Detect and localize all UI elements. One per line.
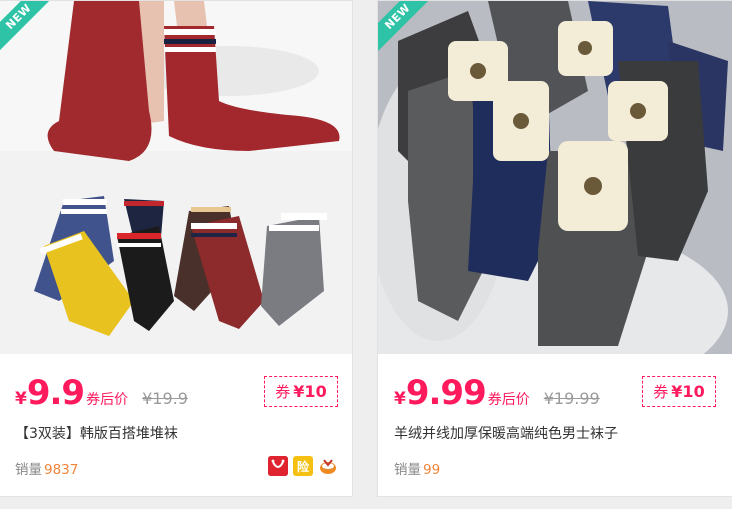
socks-photo <box>378 1 732 354</box>
original-price: ¥19.9 <box>142 389 188 408</box>
socks-photo <box>0 1 352 354</box>
coupon-price: 9.99 <box>405 373 487 413</box>
price-row: ¥9.99 券后价 ¥19.99 <box>394 373 600 413</box>
after-coupon-label: 券后价 <box>487 392 530 408</box>
insurance-icon: 险 <box>293 456 313 476</box>
insurance-text: 险 <box>296 459 309 474</box>
coupon-value: ¥10 <box>293 382 327 401</box>
currency-symbol: ¥ <box>394 389 406 409</box>
sales-label: 销量 <box>394 462 421 478</box>
sales-count: 99 <box>423 462 441 478</box>
product-title[interactable]: 羊绒并线加厚保暖高端纯色男士袜子 <box>394 423 618 443</box>
product-image[interactable]: NEW <box>0 1 352 354</box>
sales-count: 9837 <box>44 462 79 478</box>
product-image[interactable]: NEW <box>378 1 732 354</box>
product-card[interactable]: NEW ¥9.9 券后价 ¥19.9 券 ¥10 【3双装】韩版百搭堆堆袜 销量 983… <box>0 0 353 497</box>
sales-info: 销量 99 <box>394 458 440 478</box>
coupon-label: 券 <box>275 383 291 401</box>
product-title[interactable]: 【3双装】韩版百搭堆堆袜 <box>15 423 178 443</box>
currency-symbol: ¥ <box>15 389 27 409</box>
gift-icon <box>318 456 338 476</box>
coupon-button[interactable]: 券 ¥10 <box>642 376 716 407</box>
after-coupon-label: 券后价 <box>86 392 129 408</box>
coupon-price: 9.9 <box>26 373 85 413</box>
sales-label: 销量 <box>15 462 42 478</box>
tmall-icon <box>268 456 288 476</box>
coupon-button[interactable]: 券 ¥10 <box>264 376 338 407</box>
price-row: ¥9.9 券后价 ¥19.9 <box>15 373 188 413</box>
product-card[interactable]: NEW ¥9.99 券后价 ¥19.99 券 ¥10 羊绒并线加厚保暖高端纯色男士袜子… <box>377 0 732 497</box>
coupon-value: ¥10 <box>671 382 705 401</box>
sales-info: 销量 9837 <box>15 458 78 478</box>
coupon-label: 券 <box>653 383 669 401</box>
original-price: ¥19.99 <box>543 389 600 408</box>
service-badges: 险 <box>268 456 338 476</box>
